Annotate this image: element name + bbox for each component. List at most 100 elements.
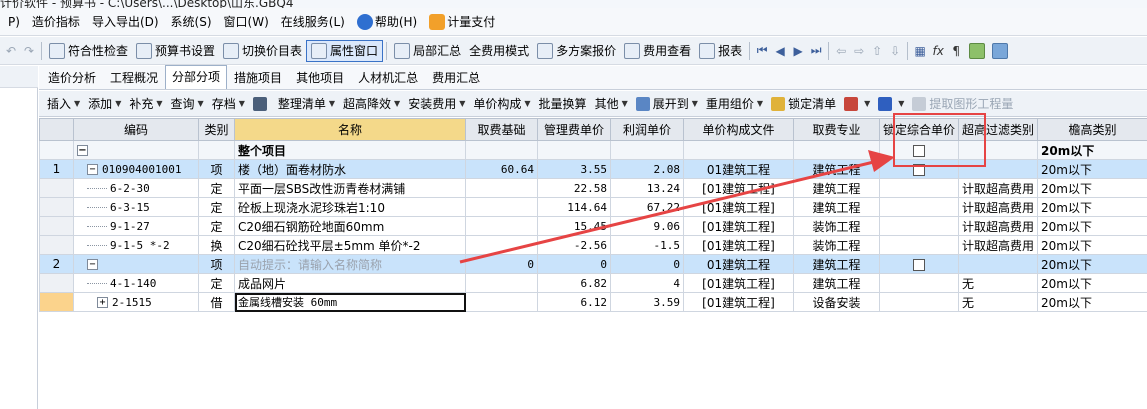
supplement-button[interactable]: 补充 ▼ xyxy=(125,95,166,112)
mgmt-price-cell[interactable]: 22.58 xyxy=(537,178,611,198)
type-cell[interactable]: 借 xyxy=(198,292,235,312)
name-cell-editing[interactable]: 金属线槽安装 60mm xyxy=(234,292,466,312)
lock-list-button[interactable]: 锁定清单 xyxy=(767,95,840,112)
fee-base-cell[interactable] xyxy=(465,178,538,198)
profit-price-cell[interactable]: 3.59 xyxy=(610,292,684,312)
height-filter-cell[interactable]: 计取超高费用 xyxy=(958,235,1038,255)
fee-major-cell[interactable]: 装饰工程 xyxy=(793,235,880,255)
reuse-pricing-button[interactable]: 重用组价 ▼ xyxy=(702,95,767,112)
height-filter-cell[interactable]: 计取超高费用 xyxy=(958,216,1038,236)
layers-icon[interactable] xyxy=(992,42,1009,59)
column-header-fee-base[interactable]: 取费基础 xyxy=(465,118,538,141)
eave-cell[interactable]: 20m以下 xyxy=(1037,292,1147,312)
code-cell[interactable]: +2-1515 xyxy=(73,292,199,312)
tab-project-overview[interactable]: 工程概况 xyxy=(103,67,165,89)
menu-item-window[interactable]: 窗口(W) xyxy=(218,11,275,33)
profit-price-cell[interactable]: 0 xyxy=(610,254,684,274)
tab-fee-summary[interactable]: 费用汇总 xyxy=(425,67,487,89)
move-left-icon[interactable]: ⇦ xyxy=(832,44,850,58)
fee-base-cell[interactable]: 0 xyxy=(465,254,538,274)
insert-button[interactable]: 插入 ▼ xyxy=(43,95,84,112)
local-summary-button[interactable]: 局部汇总 xyxy=(390,40,465,62)
mgmt-price-cell[interactable]: 0 xyxy=(537,254,611,274)
eave-cell[interactable]: 20m以下 xyxy=(1037,140,1147,160)
profit-price-cell[interactable]: 2.08 xyxy=(610,159,684,179)
conformity-check-button[interactable]: 符合性检查 xyxy=(45,40,132,62)
price-file-cell[interactable]: [01建筑工程] xyxy=(683,235,794,255)
column-header-lock-price[interactable]: 锁定综合单价 xyxy=(879,118,959,141)
move-down-icon[interactable]: ⇩ xyxy=(886,44,904,58)
name-cell[interactable]: 砼板上现浇水泥珍珠岩1:10 xyxy=(234,197,466,217)
height-filter-cell[interactable]: 无 xyxy=(958,292,1038,312)
code-cell[interactable]: 9-1-27 xyxy=(73,216,199,236)
mgmt-price-cell[interactable]: 114.64 xyxy=(537,197,611,217)
font-color-button[interactable]: ▼ xyxy=(874,96,908,111)
profit-price-cell[interactable]: 9.06 xyxy=(610,216,684,236)
name-cell[interactable]: 整个项目 xyxy=(234,140,466,160)
move-right-icon[interactable]: ⇨ xyxy=(850,44,868,58)
super-height-reduce-button[interactable]: 超高降效 ▼ xyxy=(339,95,404,112)
cube-icon[interactable] xyxy=(969,42,986,59)
fee-base-cell[interactable] xyxy=(465,197,538,217)
type-cell[interactable]: 换 xyxy=(198,235,235,255)
table-row[interactable]: 2 − 项 自动提示：请输入名称简称 0 0 0 01建筑工程 建筑工程 20m… xyxy=(39,254,1147,274)
table-row[interactable]: 6-2-30 定 平面一层SBS改性沥青卷材满铺 22.58 13.24 [01… xyxy=(39,178,1147,198)
menu-item-import-export[interactable]: 导入导出(D) xyxy=(86,11,165,33)
code-cell[interactable]: 6-2-30 xyxy=(73,178,199,198)
type-cell[interactable]: 定 xyxy=(198,273,235,293)
tree-toggle-cell[interactable]: − xyxy=(73,140,199,160)
height-filter-cell[interactable]: 无 xyxy=(958,273,1038,293)
expand-to-button[interactable]: 展开到 ▼ xyxy=(632,95,702,112)
mgmt-price-cell[interactable]: -2.56 xyxy=(537,235,611,255)
query-button[interactable]: 查询 ▼ xyxy=(167,95,208,112)
tab-measures[interactable]: 措施项目 xyxy=(227,67,289,89)
column-header-price-file[interactable]: 单价构成文件 xyxy=(683,118,794,141)
switch-price-list-button[interactable]: 切换价目表 xyxy=(219,40,306,62)
batch-convert-button[interactable]: 批量换算 xyxy=(535,95,591,112)
code-cell[interactable]: 4-1-140 xyxy=(73,273,199,293)
type-cell[interactable]: 定 xyxy=(198,178,235,198)
next-record-icon[interactable]: ▶ xyxy=(789,44,807,58)
code-cell[interactable]: 9-1-5 *-2 xyxy=(73,235,199,255)
name-cell[interactable]: C20细石钢筋砼地面60mm xyxy=(234,216,466,236)
unit-price-composition-button[interactable]: 单价构成 ▼ xyxy=(469,95,534,112)
column-header-height-filter[interactable]: 超高过滤类别 xyxy=(958,118,1038,141)
profit-price-cell[interactable]: 13.24 xyxy=(610,178,684,198)
column-header-profit-price[interactable]: 利润单价 xyxy=(610,118,684,141)
first-record-icon[interactable]: ⏮ xyxy=(753,43,771,58)
last-record-icon[interactable]: ⏭ xyxy=(807,43,825,58)
price-file-cell[interactable]: [01建筑工程] xyxy=(683,197,794,217)
menu-item-help[interactable]: 帮助(H) xyxy=(351,11,423,33)
menu-item-system[interactable]: 系统(S) xyxy=(165,11,218,33)
name-cell[interactable]: C20细石砼找平层±5mm 单价*-2 xyxy=(234,235,466,255)
eave-cell[interactable]: 20m以下 xyxy=(1037,273,1147,293)
column-header-type[interactable]: 类别 xyxy=(198,118,235,141)
property-window-button[interactable]: 属性窗口 xyxy=(306,39,384,62)
column-header-mgmt-price[interactable]: 管理费单价 xyxy=(537,118,611,141)
eave-cell[interactable]: 20m以下 xyxy=(1037,235,1147,255)
table-row[interactable]: 1 −010904001001 项 楼（地）面卷材防水 60.64 3.55 2… xyxy=(39,159,1147,179)
undo-icon[interactable]: ↶ xyxy=(2,44,20,58)
lock-price-cell[interactable] xyxy=(879,159,959,179)
name-cell[interactable]: 楼（地）面卷材防水 xyxy=(234,159,466,179)
move-up-icon[interactable]: ⇧ xyxy=(868,44,886,58)
price-file-cell[interactable]: 01建筑工程 xyxy=(683,159,794,179)
profit-price-cell[interactable]: 67.22 xyxy=(610,197,684,217)
price-file-cell[interactable]: [01建筑工程] xyxy=(683,178,794,198)
height-filter-cell[interactable] xyxy=(958,254,1038,274)
budget-settings-button[interactable]: 预算书设置 xyxy=(132,40,219,62)
eave-cell[interactable]: 20m以下 xyxy=(1037,254,1147,274)
extract-drawing-quantity-button[interactable]: 提取图形工程量 xyxy=(908,95,1017,112)
table-row[interactable]: +2-1515 借 金属线槽安装 60mm 6.12 3.59 [01建筑工程]… xyxy=(39,292,1147,312)
table-row-total[interactable]: − 整个项目 20m以下 xyxy=(39,140,1147,160)
column-header-fee-major[interactable]: 取费专业 xyxy=(793,118,880,141)
type-cell[interactable]: 定 xyxy=(198,197,235,217)
fee-major-cell[interactable]: 装饰工程 xyxy=(793,216,880,236)
lock-price-checkbox[interactable] xyxy=(913,163,925,176)
mgmt-price-cell[interactable]: 6.82 xyxy=(537,273,611,293)
name-cell[interactable]: 成品网片 xyxy=(234,273,466,293)
add-button[interactable]: 添加 ▼ xyxy=(84,95,125,112)
expand-icon[interactable]: + xyxy=(97,297,108,308)
fee-major-cell[interactable]: 建筑工程 xyxy=(793,197,880,217)
menu-item-project[interactable]: P) xyxy=(2,11,26,33)
